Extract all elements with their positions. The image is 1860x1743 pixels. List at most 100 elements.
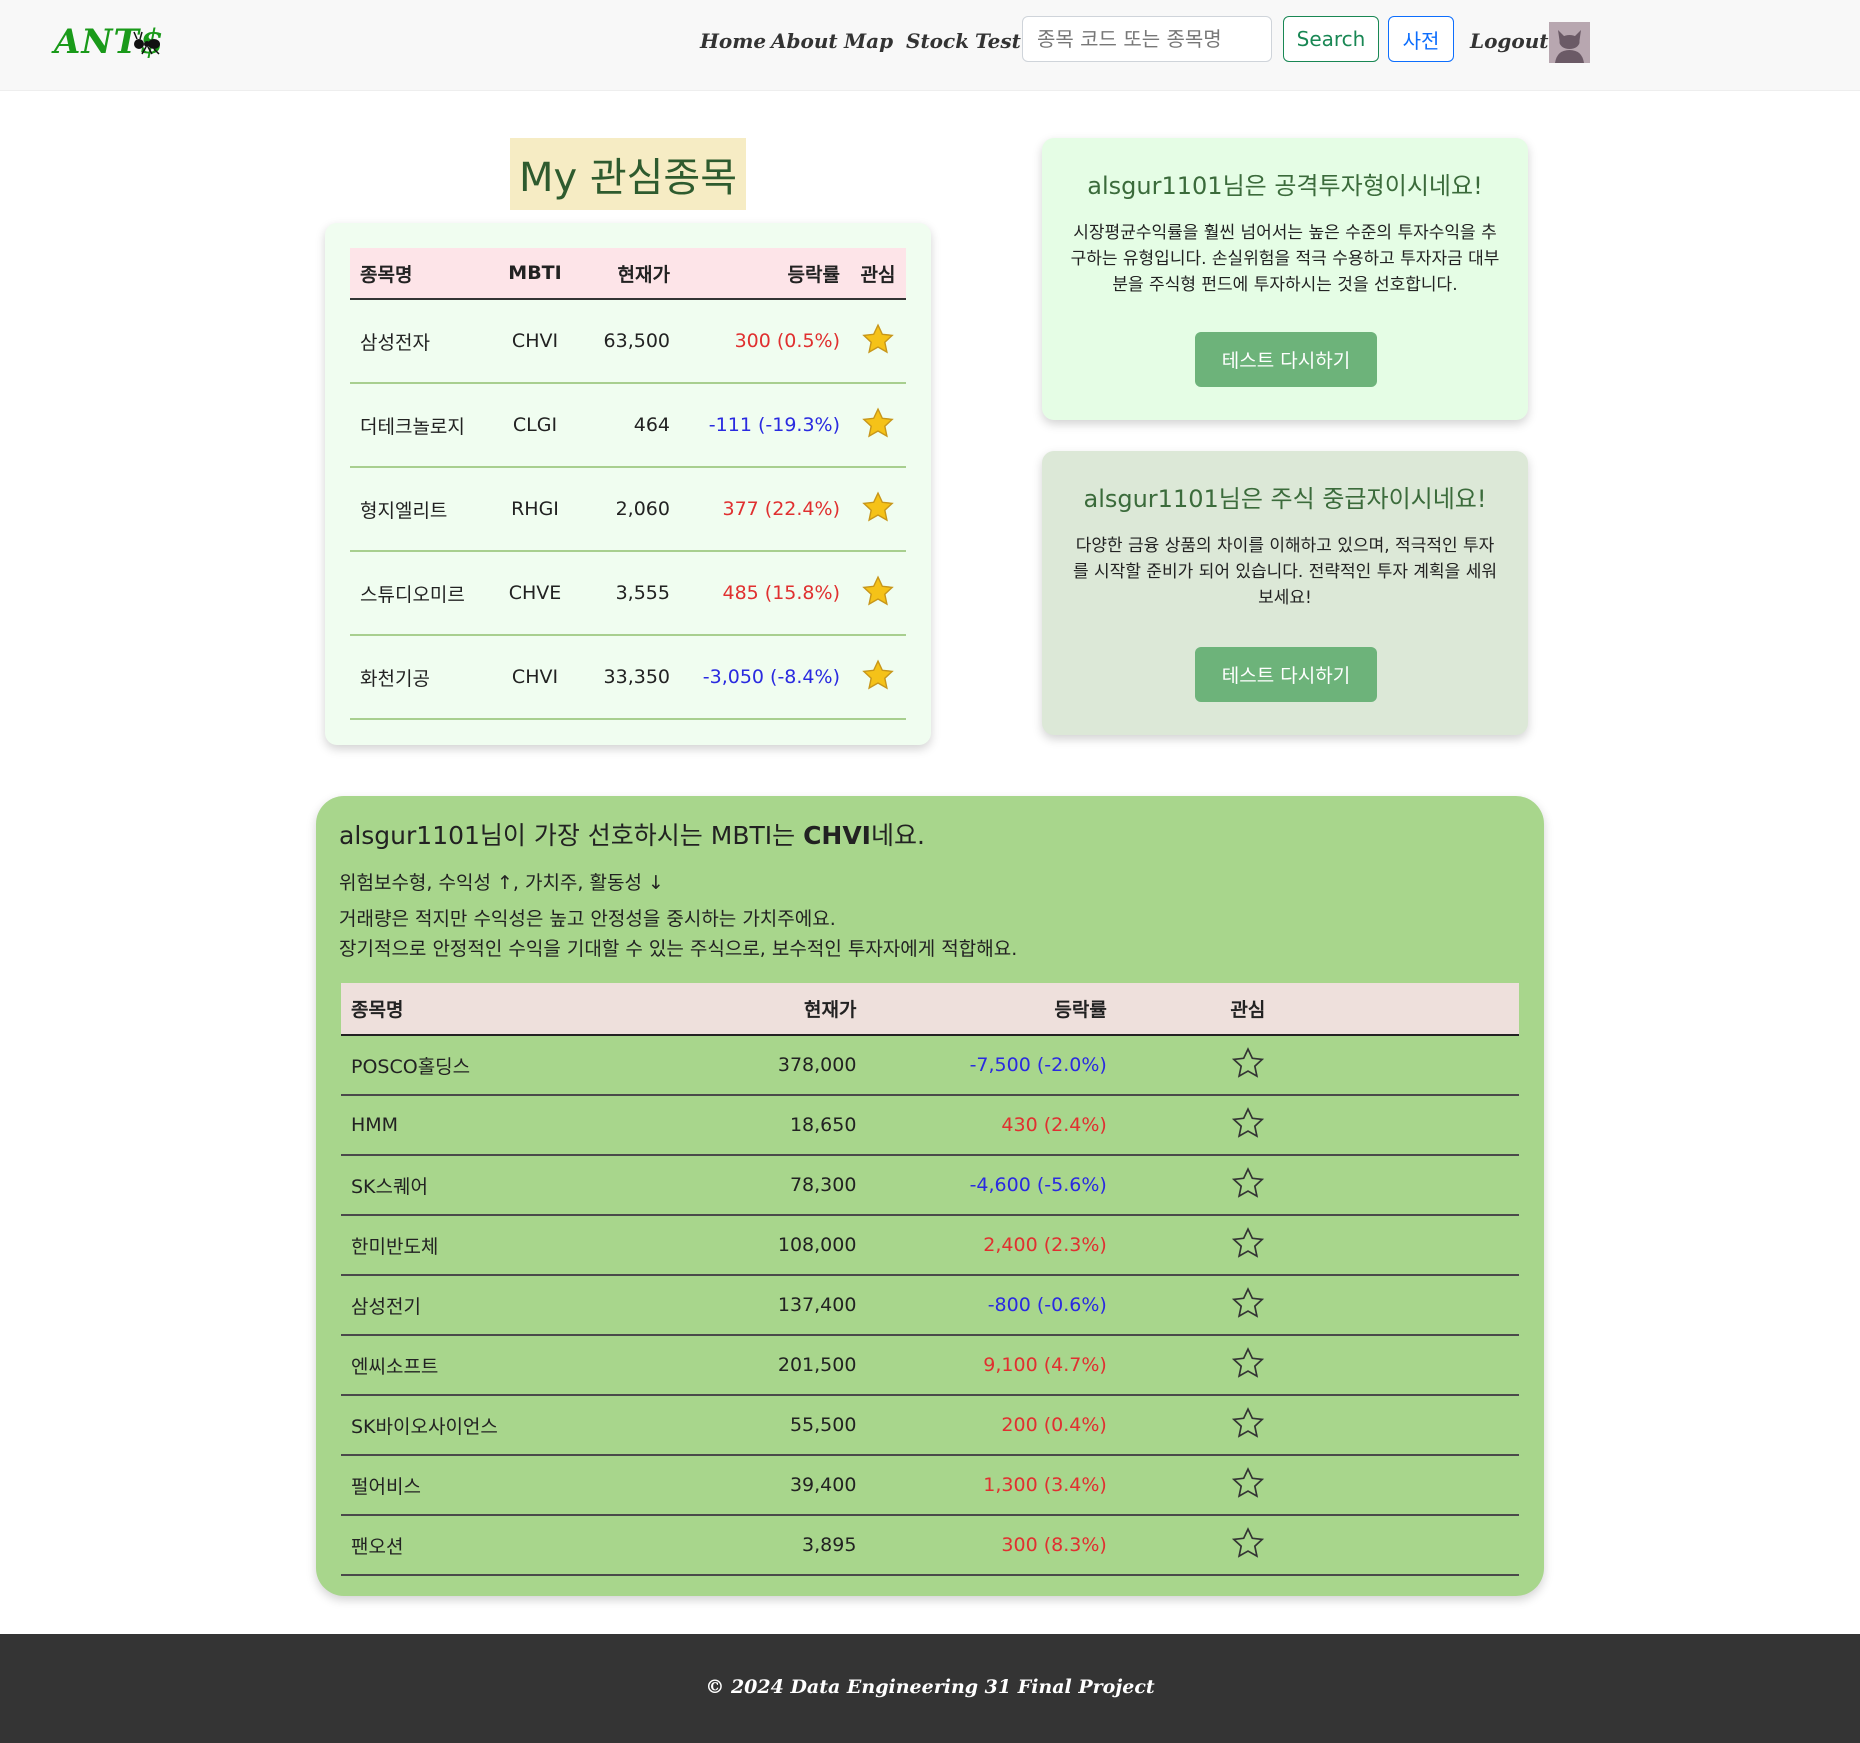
favorite-toggle[interactable] (1116, 1335, 1519, 1396)
col-name-header: 종목명 (350, 248, 490, 300)
mbti-heading: alsgur1101님이 가장 선호하시는 MBTI는 CHVI네요. (339, 816, 925, 852)
stock-change: 430 (2.4%) (866, 1095, 1117, 1156)
watchlist-row[interactable]: 더테크놀로지 CLGI 464 -111 (-19.3%) (350, 383, 906, 468)
stock-mbti: CLGI (490, 383, 580, 468)
stock-name[interactable]: 더테크놀로지 (350, 383, 490, 468)
recommendation-row[interactable]: POSCO홀딩스 378,000 -7,500 (-2.0%) (341, 1035, 1519, 1096)
nav-test-link[interactable]: Test (975, 29, 1021, 53)
ant-icon (132, 30, 162, 60)
star-filled-icon[interactable] (861, 490, 895, 528)
rec-col-fav-header: 관심 (1116, 983, 1519, 1036)
investor-type-card: alsgur1101님은 공격투자형이시네요! 시장평균수익률을 훨씬 넘어서는… (1042, 138, 1528, 420)
stock-name[interactable]: 화천기공 (350, 635, 490, 720)
favorite-toggle[interactable] (1116, 1455, 1519, 1516)
stock-name[interactable]: 팬오션 (341, 1515, 736, 1576)
watchlist-row[interactable]: 화천기공 CHVI 33,350 -3,050 (-8.4%) (350, 635, 906, 720)
search-button[interactable]: Search (1283, 16, 1379, 62)
recommendation-row[interactable]: 엔씨소프트 201,500 9,100 (4.7%) (341, 1335, 1519, 1396)
recommendation-row[interactable]: SK스퀘어 78,300 -4,600 (-5.6%) (341, 1155, 1519, 1216)
favorite-toggle[interactable] (1116, 1155, 1519, 1216)
favorite-toggle[interactable] (850, 635, 906, 720)
nav-map-link[interactable]: Map (844, 29, 893, 53)
watchlist-row[interactable]: 삼성전자 CHVI 63,500 300 (0.5%) (350, 299, 906, 384)
stock-price: 33,350 (580, 635, 680, 720)
mbti-tags: 위험보수형, 수익성 ↑, 가치주, 활동성 ↓ (339, 872, 664, 894)
col-change-header: 등락률 (680, 248, 850, 300)
star-filled-icon[interactable] (861, 658, 895, 696)
logout-link[interactable]: Logout (1470, 29, 1549, 53)
recommendation-row[interactable]: SK바이오사이언스 55,500 200 (0.4%) (341, 1395, 1519, 1456)
star-outline-icon[interactable] (1231, 1106, 1265, 1144)
recommendation-row[interactable]: 팬오션 3,895 300 (8.3%) (341, 1515, 1519, 1576)
stock-search-input[interactable] (1022, 16, 1272, 62)
stock-mbti: CHVE (490, 551, 580, 636)
favorite-toggle[interactable] (1116, 1035, 1519, 1096)
star-outline-icon[interactable] (1231, 1046, 1265, 1084)
user-avatar-icon[interactable] (1549, 22, 1590, 63)
stock-change: -111 (-19.3%) (680, 383, 850, 468)
stock-mbti: CHVI (490, 299, 580, 384)
favorite-toggle[interactable] (1116, 1275, 1519, 1336)
recommendation-row[interactable]: 펄어비스 39,400 1,300 (3.4%) (341, 1455, 1519, 1516)
recommendation-row[interactable]: 한미반도체 108,000 2,400 (2.3%) (341, 1215, 1519, 1276)
stock-name[interactable]: 펄어비스 (341, 1455, 736, 1516)
stock-name[interactable]: POSCO홀딩스 (341, 1035, 736, 1096)
navbar: ANT$ Home About Map Stock Test Search 사전… (0, 0, 1860, 91)
watchlist-card: 종목명 MBTI 현재가 등락률 관심 삼성전자 CHVI 63,500 300 (0… (325, 223, 931, 745)
stock-price: 378,000 (735, 1035, 867, 1096)
favorite-toggle[interactable] (850, 467, 906, 552)
stock-price: 55,500 (735, 1395, 867, 1456)
stock-price: 63,500 (580, 299, 680, 384)
favorite-toggle[interactable] (1116, 1395, 1519, 1456)
stock-name[interactable]: 형지엘리트 (350, 467, 490, 552)
favorite-toggle[interactable] (1116, 1515, 1519, 1576)
dictionary-button[interactable]: 사전 (1388, 16, 1454, 62)
favorite-toggle[interactable] (1116, 1215, 1519, 1276)
star-outline-icon[interactable] (1231, 1346, 1265, 1384)
mbti-heading-suffix: 네요. (870, 821, 925, 850)
stock-name[interactable]: SK바이오사이언스 (341, 1395, 736, 1456)
stock-name[interactable]: HMM (341, 1095, 736, 1156)
mbti-heading-prefix: alsgur1101님이 가장 선호하시는 MBTI는 (339, 821, 804, 850)
stock-price: 18,650 (735, 1095, 867, 1156)
recommendation-row[interactable]: 삼성전기 137,400 -800 (-0.6%) (341, 1275, 1519, 1336)
stock-name[interactable]: 스튜디오미르 (350, 551, 490, 636)
star-outline-icon[interactable] (1231, 1226, 1265, 1264)
star-outline-icon[interactable] (1231, 1286, 1265, 1324)
col-fav-header: 관심 (850, 248, 906, 300)
nav-home-link[interactable]: Home (700, 29, 766, 53)
stock-change: 9,100 (4.7%) (866, 1335, 1117, 1396)
favorite-toggle[interactable] (850, 383, 906, 468)
mbti-recommendation-card: alsgur1101님이 가장 선호하시는 MBTI는 CHVI네요. 위험보수… (316, 796, 1544, 1596)
stock-name[interactable]: 엔씨소프트 (341, 1335, 736, 1396)
stock-name[interactable]: 삼성전기 (341, 1275, 736, 1336)
star-outline-icon[interactable] (1231, 1166, 1265, 1204)
favorite-toggle[interactable] (1116, 1095, 1519, 1156)
stock-name[interactable]: SK스퀘어 (341, 1155, 736, 1216)
investor-type-title: alsgur1101님은 공격투자형이시네요! (1087, 172, 1483, 200)
stock-name[interactable]: 삼성전자 (350, 299, 490, 384)
star-filled-icon[interactable] (861, 406, 895, 444)
watchlist-row[interactable]: 형지엘리트 RHGI 2,060 377 (22.4%) (350, 467, 906, 552)
star-outline-icon[interactable] (1231, 1466, 1265, 1504)
star-outline-icon[interactable] (1231, 1526, 1265, 1564)
stock-change: -4,600 (-5.6%) (866, 1155, 1117, 1216)
star-filled-icon[interactable] (861, 574, 895, 612)
star-filled-icon[interactable] (861, 322, 895, 360)
stock-price: 3,555 (580, 551, 680, 636)
favorite-toggle[interactable] (850, 299, 906, 384)
retake-knowledge-test-button[interactable]: 테스트 다시하기 (1195, 647, 1377, 702)
favorite-toggle[interactable] (850, 551, 906, 636)
star-outline-icon[interactable] (1231, 1406, 1265, 1444)
stock-price: 2,060 (580, 467, 680, 552)
watchlist-row[interactable]: 스튜디오미르 CHVE 3,555 485 (15.8%) (350, 551, 906, 636)
stock-change: 485 (15.8%) (680, 551, 850, 636)
retake-investor-test-button[interactable]: 테스트 다시하기 (1195, 332, 1377, 387)
recommendation-table: 종목명 현재가 등락률 관심 POSCO홀딩스 378,000 -7,500 (-2… (341, 983, 1519, 1576)
recommendation-row[interactable]: HMM 18,650 430 (2.4%) (341, 1095, 1519, 1156)
investor-type-desc: 시장평균수익률을 훨씬 넘어서는 높은 수준의 투자수익을 추구하는 유형입니다… (1070, 223, 1500, 295)
watchlist-header-row: 종목명 MBTI 현재가 등락률 관심 (350, 248, 906, 300)
stock-name[interactable]: 한미반도체 (341, 1215, 736, 1276)
nav-about-link[interactable]: About (771, 29, 838, 53)
nav-stock-link[interactable]: Stock (906, 29, 969, 53)
